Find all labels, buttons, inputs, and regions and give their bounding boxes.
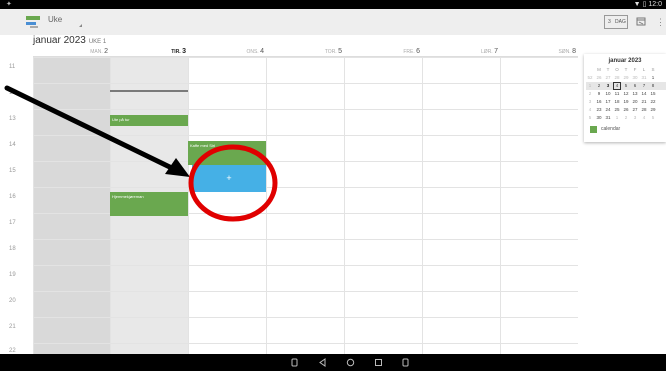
hour-gridline <box>33 343 578 344</box>
hour-gridline <box>33 187 578 188</box>
hour-label: 11 <box>9 64 16 70</box>
hour-gridline <box>33 239 578 240</box>
hour-labels: 11 12 13 14 15 16 17 18 19 20 21 22 <box>0 57 33 354</box>
day-header-wed[interactable]: ONS. 4 <box>188 46 266 57</box>
battery-icon: ▯ <box>642 1 647 8</box>
plus-icon: + <box>226 173 232 183</box>
day-header-thu[interactable]: TOR. 5 <box>266 46 344 57</box>
day-column-fri[interactable] <box>344 57 422 354</box>
mini-calendar-title: januar 2023 <box>608 58 642 64</box>
event-block[interactable]: Hjemmekjøreman <box>110 192 188 216</box>
mini-calendar: januar 2023 M T O T F L S 52 26 27 28 29… <box>584 54 666 142</box>
month-year-label: januar 2023 <box>33 35 86 46</box>
hour-label: 20 <box>9 298 16 304</box>
today-button[interactable]: 3 DAG <box>604 15 628 29</box>
day-header-tue[interactable]: TIR. 3 <box>110 46 188 57</box>
dropdown-caret-icon <box>76 24 82 27</box>
hour-gridline <box>33 291 578 292</box>
screenshot-icon[interactable] <box>401 358 410 367</box>
day-header-sat[interactable]: LØR. 7 <box>422 46 500 57</box>
hour-label: 17 <box>9 220 16 226</box>
day-column-mon[interactable] <box>33 57 110 354</box>
week-number-label: UKE 1 <box>88 39 107 45</box>
app-bar: Uke 3 DAG ⋮ <box>0 9 666 35</box>
hour-label: 19 <box>9 272 16 278</box>
recents-icon[interactable] <box>374 358 383 367</box>
today-button-label: DAG <box>615 19 626 25</box>
calendar-legend-label: calendar <box>601 126 621 132</box>
view-selector-label: Uke <box>48 15 63 24</box>
event-title: Kaffe med Siri <box>190 143 216 148</box>
day-header-fri[interactable]: FRE. 6 <box>344 46 422 57</box>
hour-label: 15 <box>9 168 16 174</box>
hour-label: 14 <box>9 142 16 148</box>
mini-calendar-week-row: 4 23 24 25 26 27 28 29 <box>588 107 656 112</box>
day-header-sun[interactable]: SØN. 8 <box>500 46 578 57</box>
hour-label: 16 <box>9 194 16 200</box>
calendar-logo-icon <box>26 16 40 28</box>
back-icon[interactable] <box>318 358 327 367</box>
more-vert-icon[interactable]: ⋮ <box>656 16 665 28</box>
navigation-bar <box>0 354 666 371</box>
hour-gridline <box>33 135 578 136</box>
mini-calendar-week-row: 52 26 27 28 29 30 31 1 <box>587 75 655 80</box>
mini-calendar-week-row: 1 2 3 4 5 6 7 8 <box>586 82 666 90</box>
today-button-number: 3 <box>608 19 611 25</box>
hour-label: 12 <box>9 90 16 96</box>
day-headers: MAN. 2 TIR. 3 ONS. 4 TOR. 5 FRE. 6 LØR. … <box>33 46 578 57</box>
status-notification-icon: ✦ <box>6 1 12 8</box>
current-time-indicator <box>110 90 188 92</box>
mini-calendar-week-row: 5 30 31 1 2 3 4 5 <box>588 115 655 120</box>
new-event-button[interactable]: + <box>192 165 266 192</box>
day-header-mon[interactable]: MAN. 2 <box>33 46 110 57</box>
wifi-icon: ▼ <box>633 1 641 8</box>
event-block[interactable]: Ute på tur <box>110 115 188 126</box>
hour-label: 13 <box>9 116 16 122</box>
mini-calendar-week-row: 2 9 10 11 12 13 14 15 <box>588 91 656 96</box>
event-title: Ute på tur <box>112 117 130 122</box>
home-icon[interactable] <box>346 358 355 367</box>
view-selector-dropdown[interactable]: Uke <box>48 15 92 31</box>
week-grid[interactable]: 11 12 13 14 15 16 17 18 19 20 21 22 Ute … <box>0 57 578 354</box>
mini-calendar-weekday-row: M T O T F L S <box>597 67 655 72</box>
hour-gridline <box>33 317 578 318</box>
day-column-thu[interactable] <box>266 57 344 354</box>
status-bar: ✦ ▼ ▯ 12:0 <box>0 0 666 9</box>
clock: 12:0 <box>648 1 662 8</box>
hour-gridline <box>33 109 578 110</box>
hour-label: 21 <box>9 324 16 330</box>
hour-gridline <box>33 57 578 58</box>
mini-calendar-week-row: 3 16 17 18 19 20 21 22 <box>588 99 656 104</box>
mini-calendar-selected-day[interactable]: 4 <box>613 82 621 90</box>
day-column-sat[interactable] <box>422 57 500 354</box>
goto-date-icon[interactable] <box>636 16 646 27</box>
event-title: Hjemmekjøreman <box>112 194 144 199</box>
hour-gridline <box>33 265 578 266</box>
hour-label: 18 <box>9 246 16 252</box>
calendar-color-swatch <box>590 126 597 133</box>
hour-gridline <box>33 161 578 162</box>
day-column-wed[interactable] <box>188 57 266 354</box>
hour-gridline <box>33 83 578 84</box>
screenshot-icon[interactable] <box>290 358 299 367</box>
event-block[interactable]: Kaffe med Siri <box>188 141 266 165</box>
day-column-sun[interactable] <box>500 57 578 354</box>
